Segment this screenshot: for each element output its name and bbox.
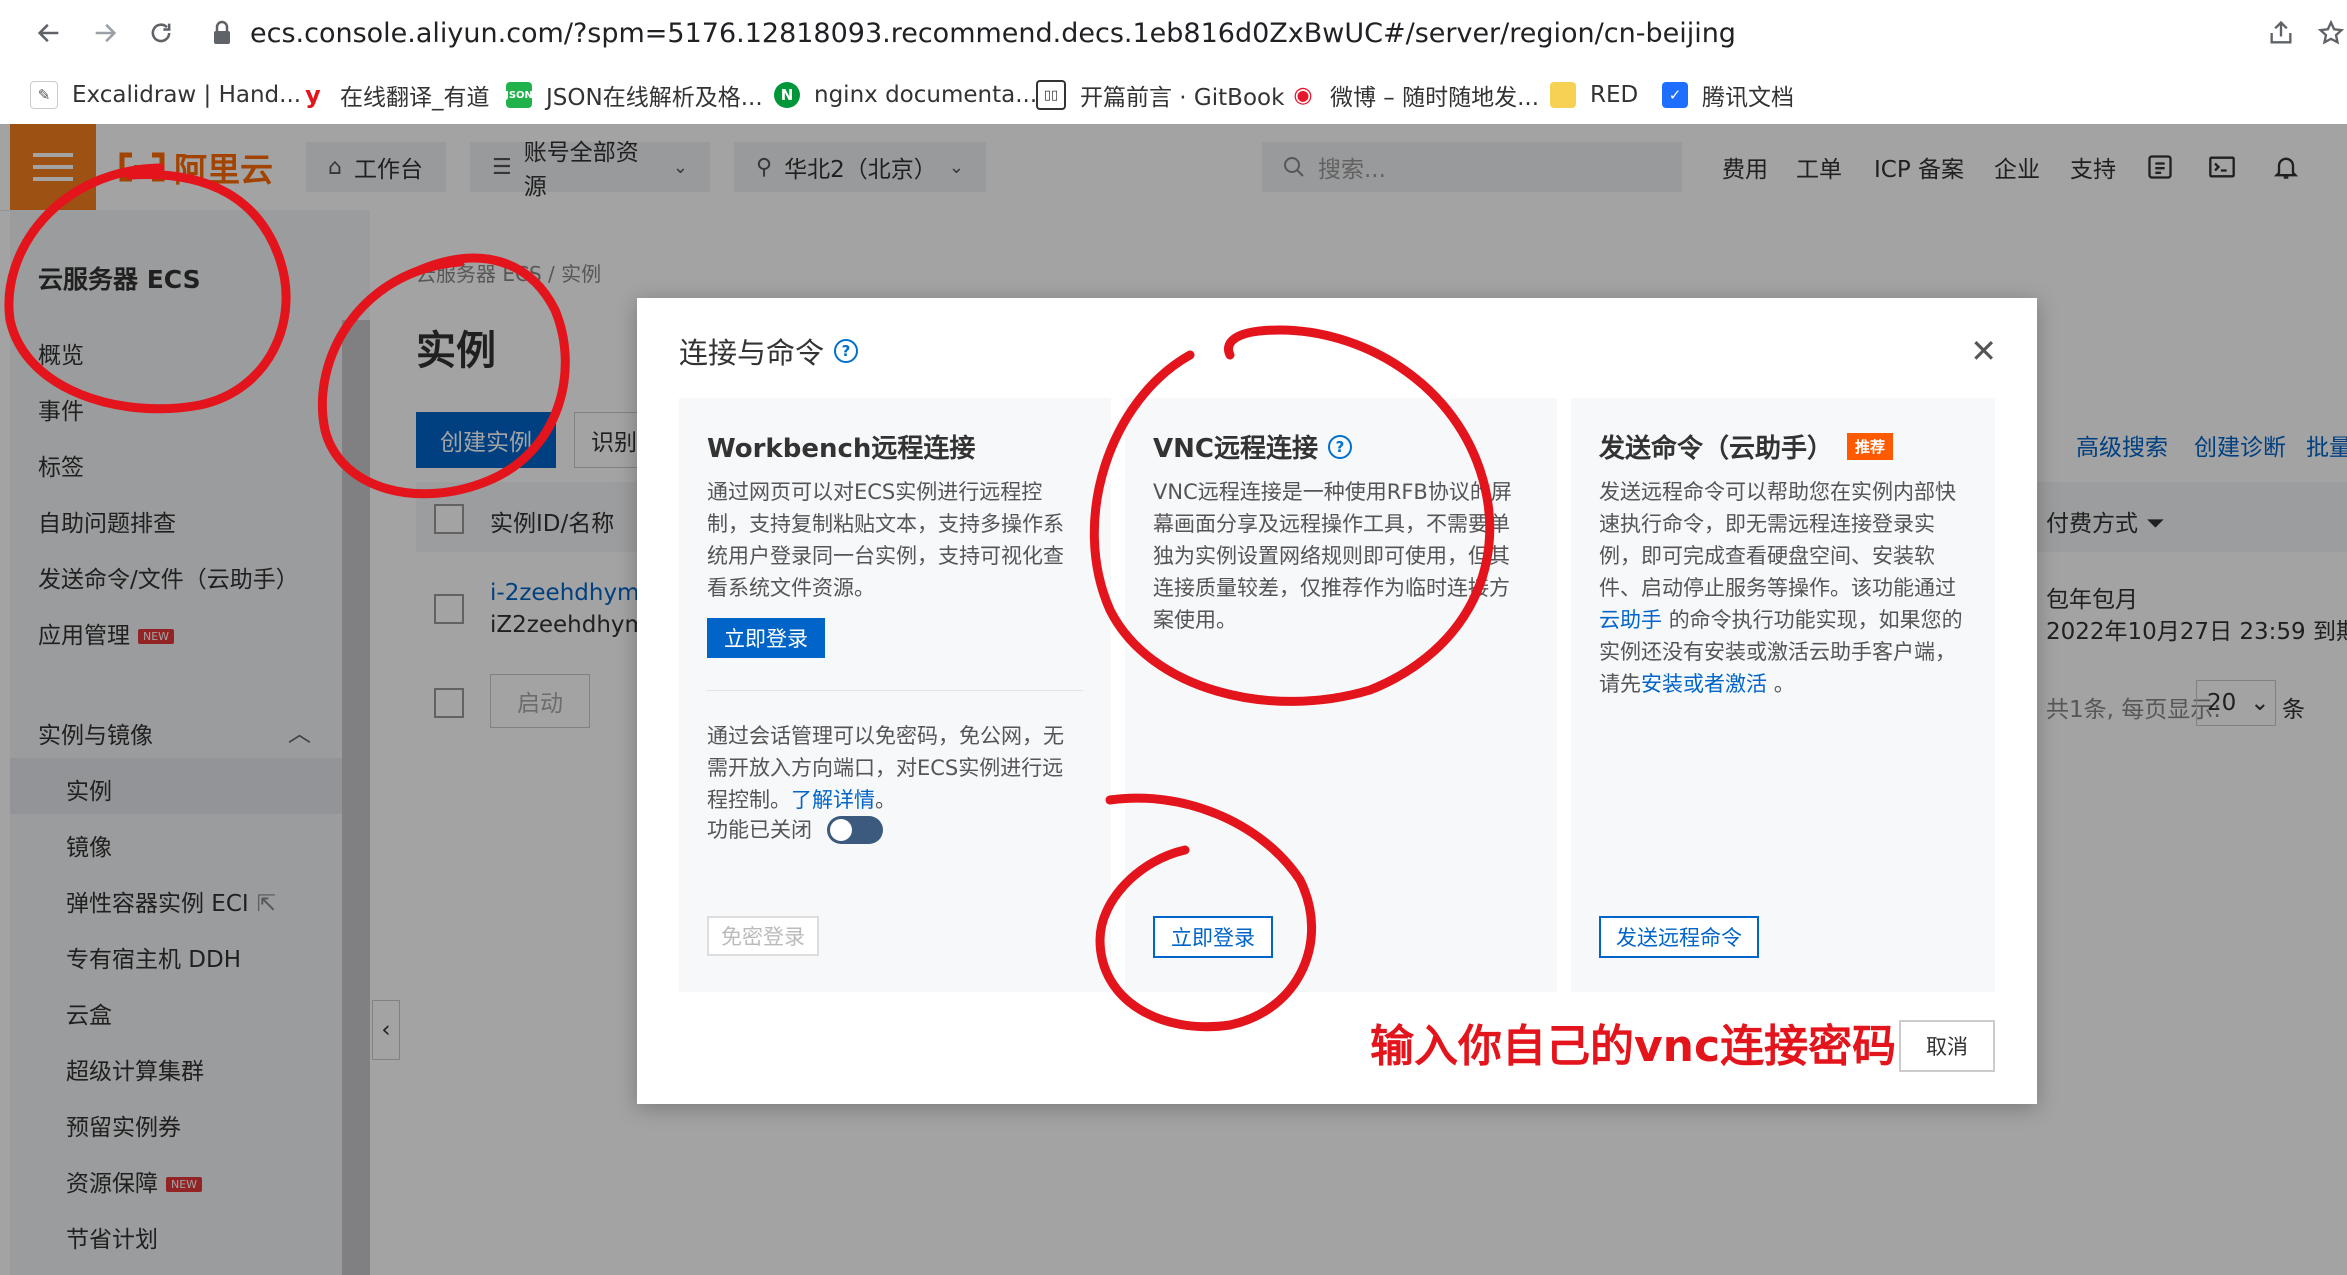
bookmark-item[interactable]: ◉ 微博 – 随时随地发... <box>1290 66 1539 124</box>
annotation-text: 输入你自己的vnc连接密码 <box>1370 1021 1897 1072</box>
send-command-button[interactable]: 发送远程命令 <box>1599 916 1759 958</box>
vnc-login-button[interactable]: 立即登录 <box>1153 916 1273 958</box>
divider <box>707 690 1083 691</box>
close-icon: ✕ <box>1970 332 1997 370</box>
bookmark-label: 腾讯文档 <box>1702 85 1794 111</box>
arrow-right-icon <box>95 23 117 43</box>
recommend-badge: 推荐 <box>1847 433 1894 460</box>
help-icon[interactable]: ? <box>834 339 859 363</box>
vnc-title: VNC远程连接? <box>1153 428 1352 465</box>
bookmark-label: Excalidraw | Hand... <box>72 82 302 108</box>
share-button[interactable] <box>2262 14 2300 52</box>
dialog-title-text: 连接与命令 <box>679 336 825 370</box>
bookmark-item[interactable]: Nnginx documenta... <box>774 66 1037 124</box>
url-text: ecs.console.aliyun.com/?spm=5176.1281809… <box>250 17 1736 49</box>
vnc-card: VNC远程连接? VNC远程连接是一种使用RFB协议的屏幕画面分享及远程操作工具… <box>1125 398 1557 992</box>
back-button[interactable] <box>30 14 68 52</box>
folder-icon <box>1550 82 1576 108</box>
arrow-left-icon <box>37 23 59 43</box>
reload-button[interactable] <box>142 14 180 52</box>
help-icon[interactable]: ? <box>1327 434 1352 459</box>
share-icon <box>2270 20 2292 44</box>
install-activate-link[interactable]: 安装或者激活 <box>1641 672 1767 696</box>
command-desc: 发送远程命令可以帮助您在实例内部快速执行命令，即无需远程连接登录实例，即可完成查… <box>1599 476 1969 700</box>
command-title-text: 发送命令（云助手） <box>1599 434 1834 464</box>
bookmark-item[interactable]: ✓ 腾讯文档 <box>1662 66 1794 124</box>
json-icon: JSON <box>505 82 533 108</box>
tencent-docs-icon: ✓ <box>1662 82 1688 108</box>
vnc-title-text: VNC远程连接 <box>1153 434 1318 464</box>
button-label: 立即登录 <box>1171 926 1255 950</box>
button-label: 取消 <box>1926 1035 1968 1059</box>
bookmark-label: RED <box>1590 82 1639 108</box>
workbench-desc: 通过网页可以对ECS实例进行远程控制，支持复制粘贴文本，支持多操作系统用户登录同… <box>707 480 1064 600</box>
command-title: 发送命令（云助手） 推荐 <box>1599 428 1894 465</box>
workbench-card: Workbench远程连接 通过网页可以对ECS实例进行远程控制，支持复制粘贴文… <box>679 398 1111 992</box>
nginx-icon: N <box>774 82 800 108</box>
connect-dialog: 连接与命令 ? ✕ Workbench远程连接 通过网页可以对ECS实例进行远程… <box>637 298 2037 1104</box>
command-desc-text: 发送远程命令可以帮助您在实例内部快速执行命令，即无需远程连接登录实例，即可完成查… <box>1599 480 1956 600</box>
learn-more-link[interactable]: 了解详情 <box>791 788 875 812</box>
bookmark-star-button[interactable] <box>2312 14 2347 52</box>
reload-icon <box>151 23 171 43</box>
bookmark-label: 在线翻译_有道 <box>340 85 490 111</box>
command-desc-text: 。 <box>1773 672 1795 696</box>
youdao-icon: y <box>300 81 326 109</box>
command-card: 发送命令（云助手） 推荐 发送远程命令可以帮助您在实例内部快速执行命令，即无需远程… <box>1571 398 1995 992</box>
bookmark-label: JSON在线解析及格... <box>546 85 763 111</box>
session-desc: 通过会话管理可以免密码，免公网，无需开放入方向端口，对ECS实例进行远程控制。了… <box>707 720 1077 816</box>
period-text: 。 <box>875 788 896 812</box>
workbench-title: Workbench远程连接 <box>707 434 976 464</box>
passwordless-login-button[interactable]: 免密登录 <box>707 916 819 956</box>
bookmark-item[interactable]: y 在线翻译_有道 <box>300 66 490 124</box>
excalidraw-icon: ✎ <box>30 81 58 109</box>
cloud-assistant-link[interactable]: 云助手 <box>1599 608 1662 632</box>
vnc-desc: VNC远程连接是一种使用RFB协议的屏幕画面分享及远程操作工具，不需要单独为实例… <box>1153 480 1512 632</box>
bookmark-item[interactable]: ✎ Excalidraw | Hand... <box>30 66 301 124</box>
cancel-button[interactable]: 取消 <box>1899 1020 1995 1072</box>
workbench-login-button[interactable]: 立即登录 <box>707 618 825 658</box>
session-toggle[interactable] <box>827 816 883 844</box>
button-label: 免密登录 <box>721 925 805 949</box>
button-label: 立即登录 <box>724 627 808 651</box>
bookmarks-bar: ✎ Excalidraw | Hand... y 在线翻译_有道 JSON JSON在… <box>0 66 2347 125</box>
bookmark-label: 开篇前言 · GitBook <box>1080 85 1285 111</box>
bookmark-item[interactable]: JSON JSON在线解析及格... <box>505 66 763 124</box>
lock-icon <box>214 20 230 44</box>
button-label: 发送远程命令 <box>1616 926 1742 950</box>
star-icon <box>2317 19 2345 45</box>
browser-address-row: ecs.console.aliyun.com/?spm=5176.1281809… <box>0 0 2347 66</box>
bookmark-item[interactable]: RED <box>1550 66 1638 124</box>
weibo-icon: ◉ <box>1290 82 1316 108</box>
forward-button[interactable] <box>86 14 124 52</box>
close-button[interactable]: ✕ <box>1970 332 1997 370</box>
gitbook-icon: ▯▯ <box>1036 80 1066 110</box>
bookmark-label: 微博 – 随时随地发... <box>1330 85 1540 111</box>
url-bar[interactable]: ecs.console.aliyun.com/?spm=5176.1281809… <box>210 12 2260 54</box>
dialog-title: 连接与命令 ? <box>679 330 859 372</box>
toggle-label: 功能已关闭 <box>707 818 812 842</box>
toggle-knob <box>830 819 852 841</box>
bookmark-item[interactable]: ▯▯ 开篇前言 · GitBook <box>1036 66 1284 124</box>
bookmark-label: nginx documenta... <box>814 82 1038 108</box>
